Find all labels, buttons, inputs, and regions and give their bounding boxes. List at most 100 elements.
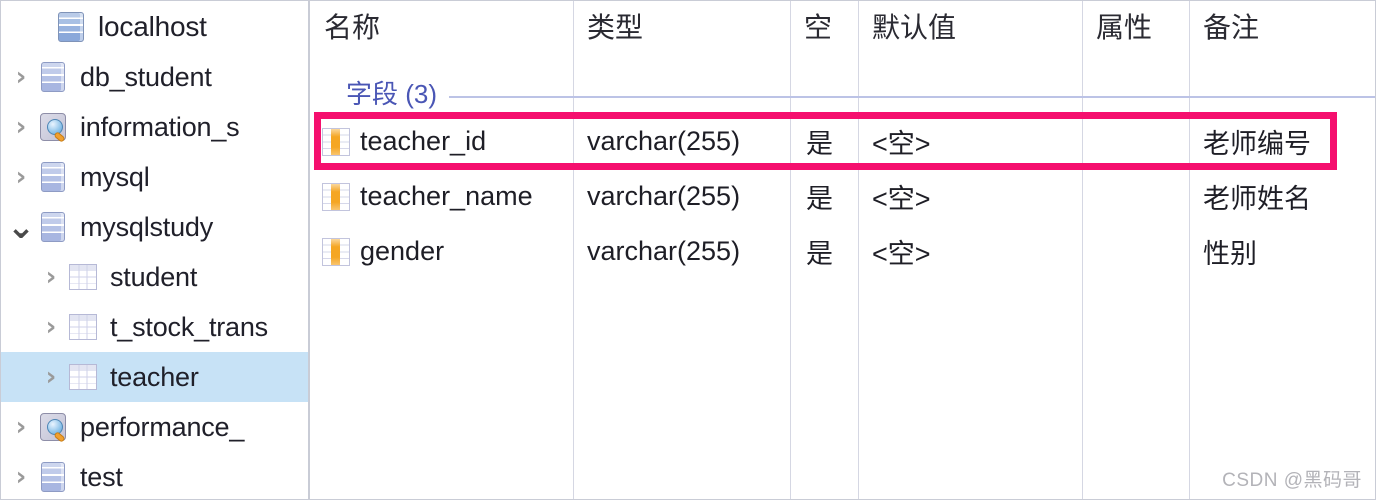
sidebar-item-t_stock_trans[interactable]: › t_stock_trans — [0, 302, 308, 352]
cell-default[interactable]: <空> — [858, 224, 1082, 279]
sidebar-item-label: db_student — [80, 61, 212, 92]
cell-type-text: varchar(255) — [587, 236, 741, 266]
database-search-icon — [36, 410, 70, 444]
table-icon-glyph — [69, 314, 97, 340]
database-icon-glyph — [41, 62, 65, 92]
cell-comment-text: 老师编号 — [1203, 129, 1311, 159]
database-icon-glyph — [41, 462, 65, 492]
sidebar-item-test[interactable]: › test — [0, 452, 308, 500]
cell-type[interactable]: varchar(255) — [573, 169, 790, 224]
sidebar-item-mysql[interactable]: › mysql — [0, 152, 308, 202]
sidebar-item-label: student — [110, 261, 198, 292]
sidebar-item-information_s[interactable]: › information_s — [0, 102, 308, 152]
table-row[interactable]: gender varchar(255) 是 <空> 性别 — [310, 224, 1376, 279]
cell-comment[interactable]: 老师编号 — [1189, 114, 1376, 169]
cell-name[interactable]: gender — [310, 224, 573, 279]
table-icon — [66, 260, 100, 294]
chevron-right-icon[interactable]: › — [6, 164, 36, 190]
sidebar-item-mysqlstudy[interactable]: ⌄ mysqlstudy — [0, 202, 308, 252]
cell-null-text: 是 — [806, 129, 833, 159]
sidebar-item-db_student[interactable]: › db_student — [0, 52, 308, 102]
sidebar-item-label: teacher — [110, 361, 199, 392]
grid-body[interactable]: teacher_id varchar(255) 是 <空> 老师编号 teacher_na… — [310, 114, 1376, 279]
cell-comment[interactable]: 性别 — [1189, 224, 1376, 279]
cell-comment-text: 老师姓名 — [1203, 184, 1311, 214]
sidebar-item-student[interactable]: › student — [0, 252, 308, 302]
sidebar-item-performance_[interactable]: › performance_ — [0, 402, 308, 452]
sidebar-item-label: performance_ — [80, 411, 245, 442]
cell-default-text: <空> — [872, 239, 931, 269]
cell-attr[interactable] — [1082, 114, 1189, 169]
chevron-right-icon[interactable]: › — [6, 64, 36, 90]
table-structure-grid[interactable]: 名称 类型空默认值 属性 备注 字段 (3) teacher_id varchar(25… — [310, 0, 1376, 500]
database-icon-glyph — [41, 162, 65, 192]
server-icon-glyph — [58, 12, 84, 42]
table-icon — [66, 360, 100, 394]
cell-null-text: 是 — [806, 184, 833, 214]
sidebar-item-label: t_stock_trans — [110, 311, 268, 342]
sidebar-item-teacher[interactable]: › teacher — [0, 352, 308, 402]
group-rule-line — [346, 96, 1376, 98]
sidebar-item-label: mysql — [80, 161, 150, 192]
cell-attr[interactable] — [1082, 224, 1189, 279]
cell-null[interactable]: 是 — [790, 169, 858, 224]
cell-type-text: varchar(255) — [587, 181, 741, 211]
cell-attr[interactable] — [1082, 169, 1189, 224]
table-row[interactable]: teacher_name varchar(255) 是 <空> 老师姓名 — [310, 169, 1376, 224]
column-header-comment[interactable]: 备注 — [1189, 6, 1376, 46]
server-icon — [54, 10, 88, 44]
table-icon — [66, 310, 100, 344]
table-icon-glyph — [69, 364, 97, 390]
cell-name[interactable]: teacher_name — [310, 169, 573, 224]
cell-null-text: 是 — [806, 239, 833, 269]
column-header-type[interactable]: 类型 — [573, 6, 790, 46]
sidebar-item-localhost[interactable]: ›localhost — [0, 2, 308, 52]
column-icon — [322, 127, 350, 156]
table-icon-glyph — [69, 264, 97, 290]
database-icon — [36, 210, 70, 244]
database-icon — [36, 460, 70, 494]
table-row[interactable]: teacher_id varchar(255) 是 <空> 老师编号 — [310, 114, 1376, 169]
field-group-row[interactable]: 字段 (3) — [310, 70, 1376, 114]
field-group-label: 字段 (3) — [346, 74, 450, 111]
app-window: ›localhost›db_student›information_s›mysq… — [0, 0, 1376, 500]
cell-default-text: <空> — [872, 129, 931, 159]
cell-comment[interactable]: 老师姓名 — [1189, 169, 1376, 224]
sidebar-item-label: localhost — [98, 11, 207, 42]
column-icon — [322, 182, 350, 211]
database-search-icon-glyph — [40, 113, 66, 141]
grid-header-row: 名称 类型空默认值 属性 备注 — [310, 0, 1376, 70]
sidebar-item-label: mysqlstudy — [80, 211, 214, 242]
column-header-name[interactable]: 名称 — [310, 6, 573, 46]
cell-null[interactable]: 是 — [790, 114, 858, 169]
sidebar-item-label: information_s — [80, 111, 240, 142]
cell-null[interactable]: 是 — [790, 224, 858, 279]
cell-default[interactable]: <空> — [858, 169, 1082, 224]
cell-name-text: teacher_id — [360, 126, 487, 156]
chevron-right-icon[interactable]: › — [6, 114, 36, 140]
column-header-default[interactable]: 默认值 — [858, 6, 1082, 46]
chevron-right-icon[interactable]: › — [6, 414, 36, 440]
database-icon — [36, 160, 70, 194]
cell-default[interactable]: <空> — [858, 114, 1082, 169]
cell-type[interactable]: varchar(255) — [573, 224, 790, 279]
column-header-attr[interactable]: 属性 — [1082, 6, 1189, 46]
cell-default-text: <空> — [872, 184, 931, 214]
chevron-right-icon[interactable]: › — [36, 314, 66, 340]
chevron-right-icon[interactable]: › — [36, 364, 66, 390]
chevron-right-icon[interactable]: › — [36, 264, 66, 290]
database-search-icon-glyph — [40, 413, 66, 441]
cell-name[interactable]: teacher_id — [310, 114, 573, 169]
cell-type-text: varchar(255) — [587, 126, 741, 156]
column-header-null[interactable]: 空 — [790, 6, 858, 46]
chevron-right-icon[interactable]: › — [6, 464, 36, 490]
cell-comment-text: 性别 — [1203, 239, 1257, 269]
cell-type[interactable]: varchar(255) — [573, 114, 790, 169]
database-icon-glyph — [41, 212, 65, 242]
database-icon — [36, 60, 70, 94]
column-icon — [322, 237, 350, 266]
sidebar-item-label: test — [80, 461, 123, 492]
chevron-down-icon[interactable]: ⌄ — [6, 210, 36, 244]
cell-name-text: teacher_name — [360, 181, 533, 211]
database-tree-sidebar[interactable]: ›localhost›db_student›information_s›mysq… — [0, 0, 310, 500]
